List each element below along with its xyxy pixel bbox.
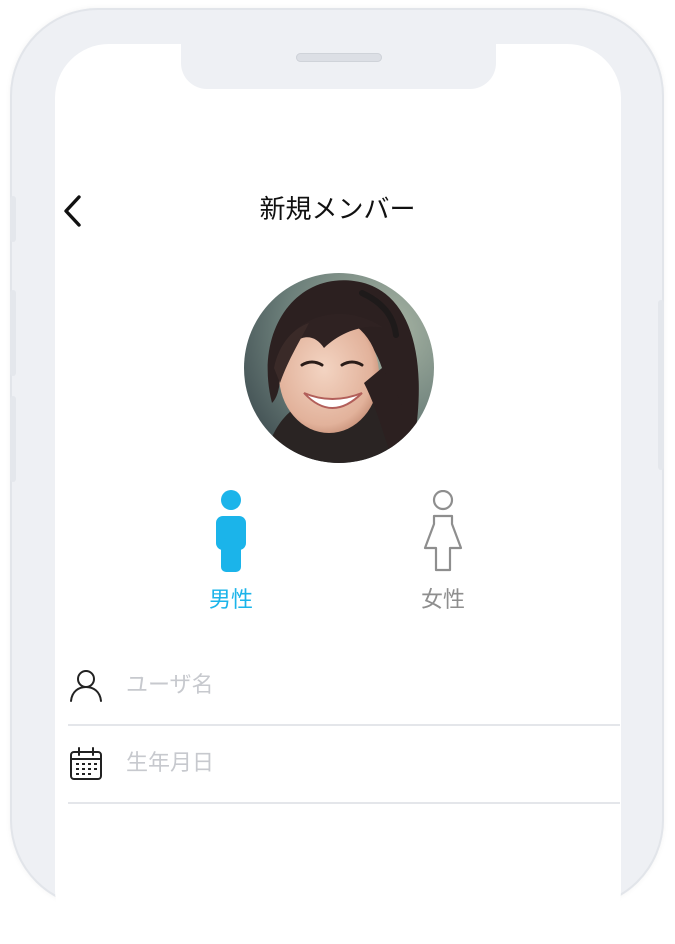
birthday-field[interactable]: 生年月日	[68, 726, 620, 804]
side-button	[10, 396, 16, 482]
speaker-grille	[296, 53, 382, 62]
back-button[interactable]	[56, 191, 88, 231]
side-button	[10, 196, 16, 242]
screen	[55, 44, 621, 944]
page-title: 新規メンバー	[259, 195, 416, 225]
gender-label-male: 男性	[208, 588, 253, 613]
notch	[181, 42, 496, 89]
avatar[interactable]	[244, 273, 434, 463]
side-button	[10, 290, 16, 376]
user-icon	[70, 670, 102, 702]
gender-label-female: 女性	[420, 588, 465, 613]
male-icon	[216, 490, 246, 572]
gender-option-male[interactable]: 男性	[181, 490, 281, 616]
calendar-icon	[70, 747, 102, 780]
birthday-placeholder: 生年月日	[126, 751, 215, 776]
username-field[interactable]: ユーザ名	[68, 648, 620, 726]
female-icon	[423, 489, 463, 572]
gender-option-female[interactable]: 女性	[393, 489, 493, 616]
username-placeholder: ユーザ名	[126, 673, 214, 698]
side-button	[658, 300, 664, 470]
chevron-left-icon	[64, 195, 81, 227]
